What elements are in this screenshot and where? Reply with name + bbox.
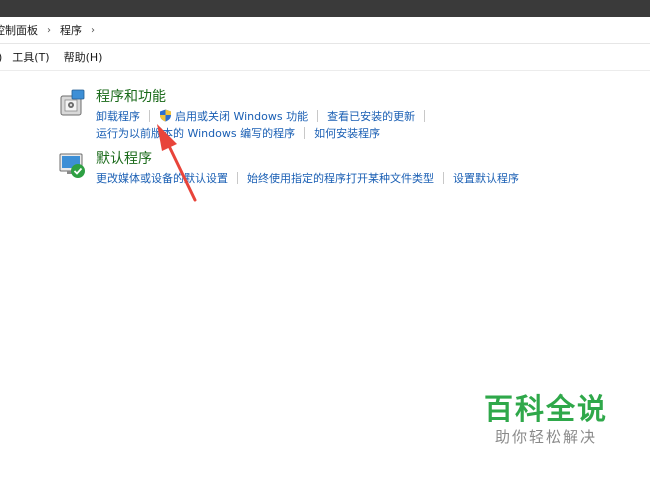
- link-divider: [424, 109, 426, 122]
- menu-item-tools[interactable]: 工具(T): [12, 49, 49, 65]
- menu-item-cut[interactable]: ): [0, 51, 2, 64]
- default-programs-title[interactable]: 默认程序: [96, 150, 650, 168]
- breadcrumb-separator: ›: [91, 24, 95, 36]
- link-divider: [317, 109, 319, 122]
- link-divider: [149, 109, 150, 122]
- run-older-programs-link[interactable]: 运行为以前版本的 Windows 编写的程序: [96, 125, 295, 141]
- shield-icon: [160, 109, 171, 122]
- programs-features-title[interactable]: 程序和功能: [96, 88, 650, 106]
- default-programs-icon: [59, 153, 85, 178]
- set-default-programs-link[interactable]: 设置默认程序: [453, 170, 519, 186]
- uninstall-program-link[interactable]: 卸载程序: [96, 108, 140, 124]
- breadcrumb-control-panel[interactable]: 控制面板: [0, 22, 40, 38]
- address-bar[interactable]: 控制面板 › 程序 ›: [0, 17, 650, 44]
- breadcrumb-programs[interactable]: 程序: [58, 22, 84, 38]
- link-divider: [237, 171, 238, 184]
- window-titlebar: [0, 0, 650, 17]
- how-to-install-link[interactable]: 如何安装程序: [314, 125, 380, 141]
- watermark-title: 百科全说: [483, 392, 608, 426]
- watermark: 百科全说 助你轻松解决: [476, 392, 616, 448]
- link-divider: [443, 171, 444, 184]
- breadcrumb-separator: ›: [47, 24, 51, 36]
- installed-updates-link[interactable]: 查看已安装的更新: [327, 108, 415, 124]
- programs-features-icon: [60, 89, 85, 116]
- link-divider: [304, 126, 306, 139]
- watermark-subtitle: 助你轻松解决: [494, 428, 597, 446]
- menu-item-help[interactable]: 帮助(H): [64, 49, 103, 65]
- windows-features-link[interactable]: 启用或关闭 Windows 功能: [175, 108, 308, 124]
- file-type-association-link[interactable]: 始终使用指定的程序打开某种文件类型: [247, 170, 434, 186]
- menu-bar: ) 工具(T) 帮助(H): [0, 44, 650, 71]
- media-device-defaults-link[interactable]: 更改媒体或设备的默认设置: [96, 170, 228, 186]
